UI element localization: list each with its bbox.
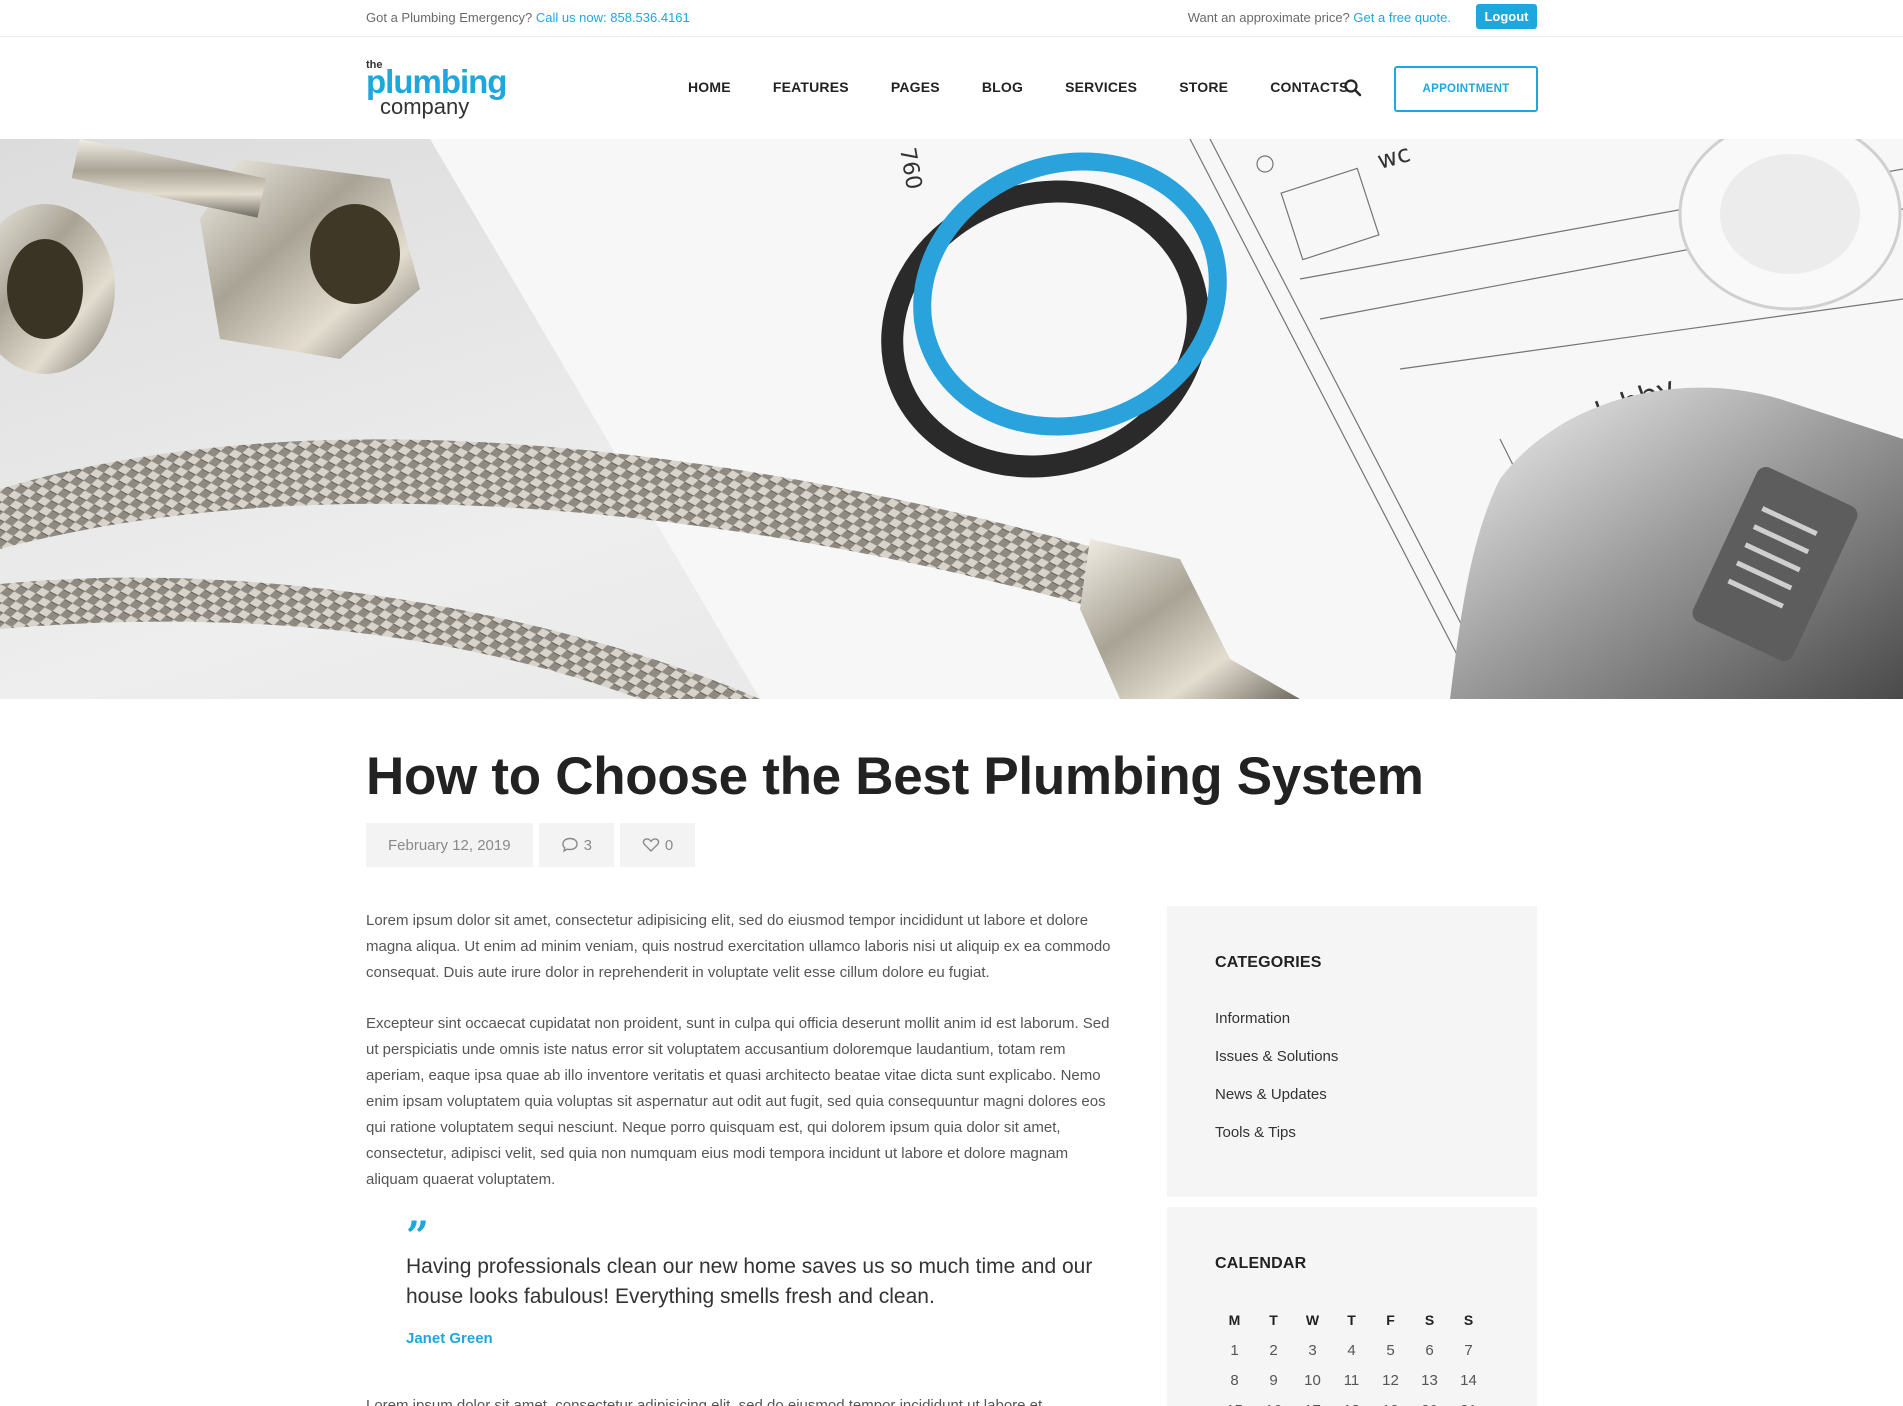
calendar-day: 1 — [1230, 1341, 1239, 1359]
paragraph: Lorem ipsum dolor sit amet, consectetur … — [366, 912, 1111, 981]
calendar-day: 14 — [1460, 1371, 1477, 1389]
calendar-day: 10 — [1304, 1371, 1321, 1389]
post-content: Lorem ipsum dolor sit amet, consectetur … — [366, 908, 1116, 1218]
price-note: Want an approximate price? Get a free qu… — [1188, 10, 1451, 25]
category-tools-tips[interactable]: Tools & Tips — [1215, 1124, 1338, 1162]
calendar-day: 17 — [1293, 1395, 1332, 1406]
site-header: the plumbing company HOME FEATURES PAGES… — [0, 37, 1903, 139]
appointment-button[interactable]: APPOINTMENT — [1394, 66, 1538, 112]
calendar-day: 12 — [1382, 1371, 1399, 1389]
top-bar: Got a Plumbing Emergency? Call us now: 8… — [0, 0, 1903, 36]
quote-icon: ” — [406, 1213, 430, 1260]
nav-blog[interactable]: BLOG — [982, 79, 1023, 95]
comments-number: 3 — [583, 836, 592, 854]
comment-icon — [561, 837, 579, 853]
free-quote-link[interactable]: Get a free quote. — [1353, 10, 1451, 25]
category-issues-solutions[interactable]: Issues & Solutions — [1215, 1048, 1338, 1086]
calendar-day: 18 — [1332, 1395, 1371, 1406]
calendar-day: 9 — [1269, 1371, 1278, 1389]
nav-services[interactable]: SERVICES — [1065, 79, 1137, 95]
calendar-table: M T W T F S S 1 2 3 4 5 6 7 8 9 10 11 12… — [1215, 1305, 1488, 1406]
category-news-updates[interactable]: News & Updates — [1215, 1086, 1338, 1124]
category-information[interactable]: Information — [1215, 1010, 1338, 1048]
weekday: F — [1386, 1312, 1395, 1328]
calendar-day: 16 — [1254, 1395, 1293, 1406]
nav-contacts[interactable]: CONTACTS — [1270, 79, 1348, 95]
widget-title: CALENDAR — [1215, 1255, 1307, 1272]
weekday: T — [1347, 1312, 1356, 1328]
heart-icon — [642, 837, 660, 853]
calendar-day: 8 — [1230, 1371, 1239, 1389]
comments-count[interactable]: 3 — [538, 823, 614, 867]
weekday: T — [1269, 1312, 1278, 1328]
quote-text: Having professionals clean our new home … — [406, 1255, 1093, 1308]
price-text: Want an approximate price? — [1187, 10, 1350, 25]
site-logo[interactable]: the plumbing company — [366, 59, 507, 119]
likes-number: 0 — [664, 836, 674, 854]
widget-title: CATEGORIES — [1215, 954, 1322, 971]
category-list: Information Issues & Solutions News & Up… — [1215, 1010, 1338, 1162]
post-title: How to Choose the Best Plumbing System — [366, 747, 1424, 806]
nav-features[interactable]: FEATURES — [773, 79, 849, 95]
categories-widget: CATEGORIES Information Issues & Solution… — [1167, 906, 1537, 1197]
calendar-day: 2 — [1269, 1341, 1278, 1359]
hero-image: lobby wc 760 — [0, 139, 1903, 699]
calendar-day: 13 — [1421, 1371, 1438, 1389]
calendar-day: 21 — [1449, 1395, 1488, 1406]
emergency-phone-link[interactable]: Call us now: 858.536.4161 — [536, 10, 690, 25]
calendar-day: 19 — [1371, 1395, 1410, 1406]
emergency-text: Got a Plumbing Emergency? — [366, 10, 533, 25]
calendar-week: 15 16 17 18 19 20 21 — [1215, 1395, 1488, 1406]
calendar-day: 11 — [1343, 1371, 1360, 1389]
logo-company: company — [380, 94, 470, 119]
post-date[interactable]: February 12, 2019 — [366, 823, 533, 867]
search-icon[interactable] — [1343, 78, 1363, 98]
calendar-week: 1 2 3 4 5 6 7 — [1215, 1335, 1488, 1365]
calendar-day: 3 — [1308, 1341, 1317, 1359]
calendar-day: 5 — [1386, 1341, 1395, 1359]
nav-store[interactable]: STORE — [1179, 79, 1228, 95]
main-nav: HOME FEATURES PAGES BLOG SERVICES STORE … — [688, 79, 1349, 95]
calendar-widget: CALENDAR M T W T F S S 1 2 3 4 5 6 7 8 9… — [1167, 1207, 1537, 1406]
calendar-day: 6 — [1425, 1341, 1434, 1359]
weekday: S — [1424, 1312, 1435, 1328]
calendar-day: 15 — [1215, 1395, 1254, 1406]
paragraph: Lorem ipsum dolor sit amet, consectetur … — [366, 1397, 1043, 1406]
nav-pages[interactable]: PAGES — [891, 79, 940, 95]
likes-count[interactable]: 0 — [619, 823, 696, 867]
weekday: M — [1228, 1312, 1241, 1328]
testimonial-quote: ” Having professionals clean our new hom… — [406, 1213, 1116, 1348]
nav-home[interactable]: HOME — [688, 79, 731, 95]
logout-button[interactable]: Logout — [1476, 4, 1537, 29]
calendar-day: 20 — [1410, 1395, 1449, 1406]
calendar-day: 7 — [1464, 1341, 1473, 1359]
calendar-week: 8 9 10 11 12 13 14 — [1215, 1365, 1488, 1395]
emergency-note: Got a Plumbing Emergency? Call us now: 8… — [366, 10, 690, 25]
calendar-day: 4 — [1347, 1341, 1356, 1359]
weekday: S — [1463, 1312, 1474, 1328]
weekday: W — [1305, 1312, 1320, 1328]
post-meta: February 12, 2019 3 0 — [366, 823, 696, 867]
calendar-weekdays: M T W T F S S — [1215, 1305, 1488, 1335]
quote-author[interactable]: Janet Green — [406, 1330, 1116, 1347]
paragraph: Excepteur sint occaecat cupidatat non pr… — [366, 1015, 1110, 1188]
